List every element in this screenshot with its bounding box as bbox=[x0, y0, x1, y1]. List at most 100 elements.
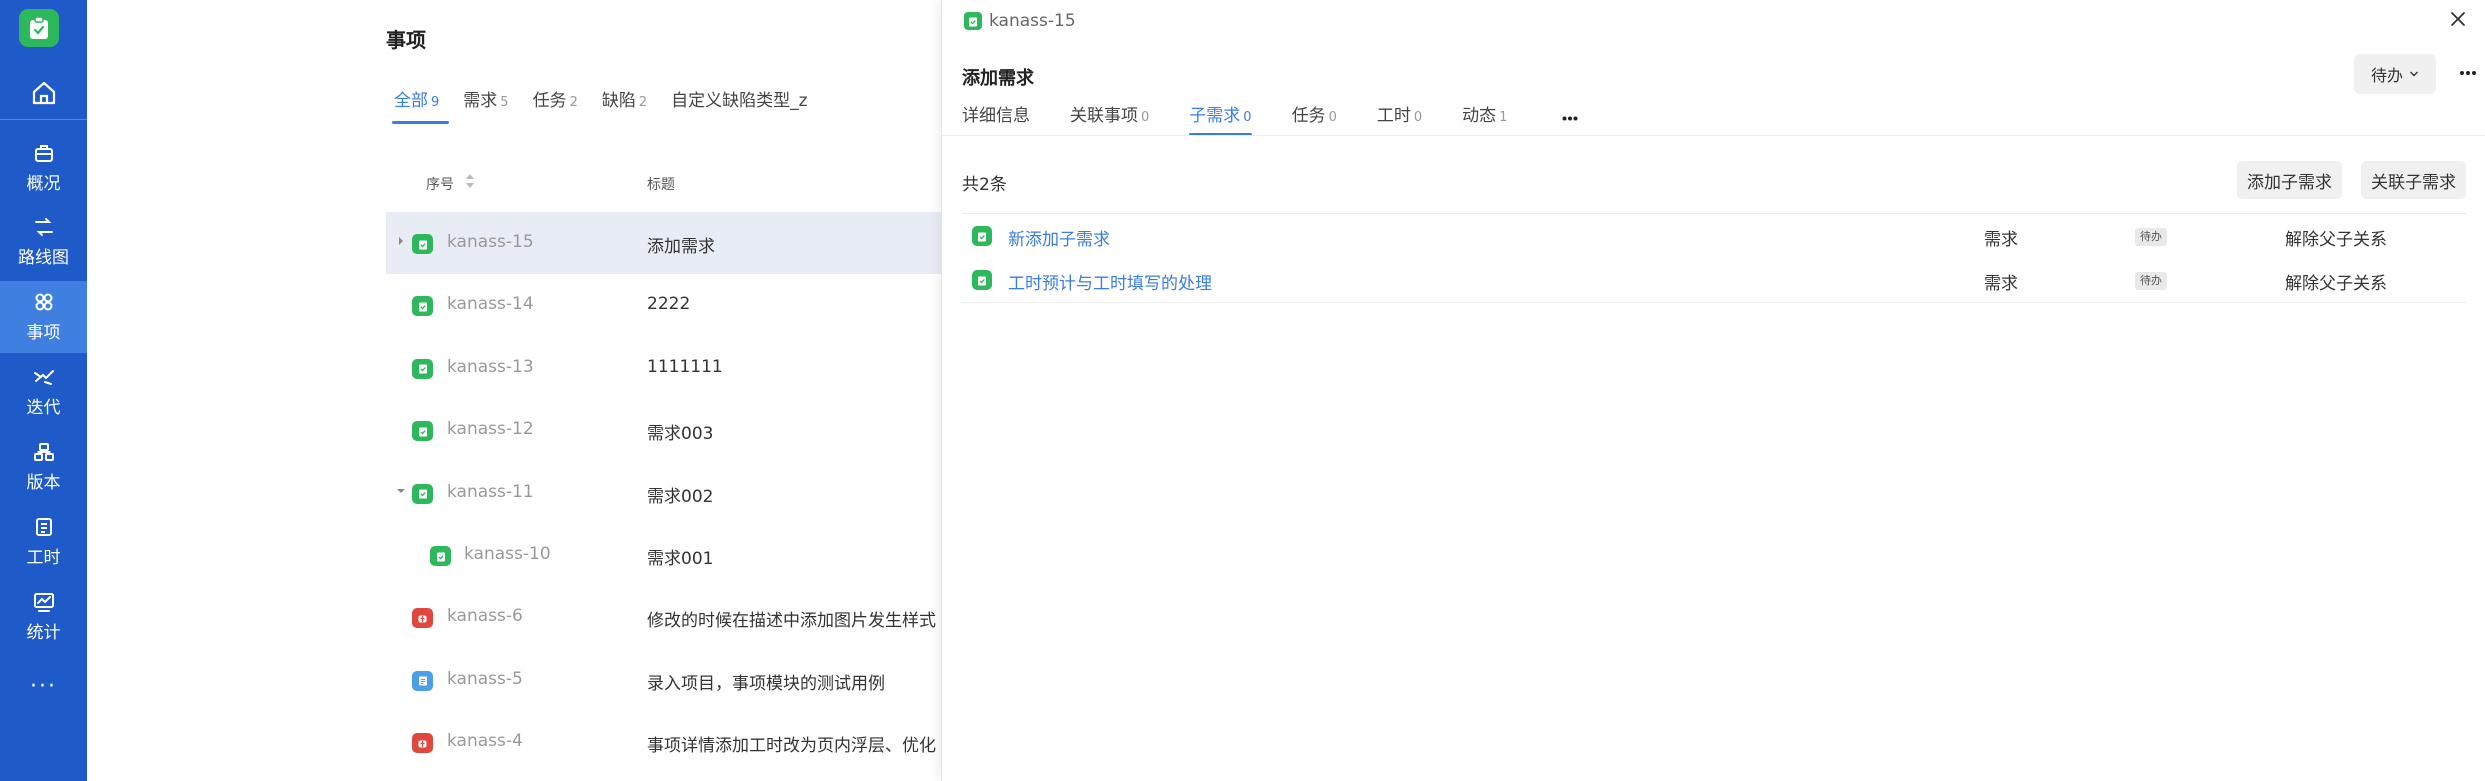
ellipsis-icon bbox=[2460, 71, 2476, 75]
table-row[interactable]: 新添加子需求 需求 待办 解除父子关系 bbox=[962, 214, 2466, 258]
issue-title[interactable]: 需求002 bbox=[647, 482, 941, 507]
table-row[interactable]: kanass-15 添加需求 bbox=[386, 212, 941, 274]
statistics-icon bbox=[33, 592, 54, 612]
table-row[interactable]: 工时预计与工时填写的处理 需求 待办 解除父子关系 bbox=[962, 258, 2466, 302]
table-header: 序号 标题 bbox=[386, 162, 941, 202]
clipboard-check-icon bbox=[30, 16, 48, 39]
sidebar-item-label: 迭代 bbox=[26, 397, 61, 418]
table-row[interactable]: kanass-6 修改的时候在描述中添加图片发生样式 bbox=[386, 586, 941, 648]
route-icon bbox=[34, 217, 53, 236]
sidebar-more-button[interactable]: ··· bbox=[0, 668, 87, 704]
tab-activity[interactable]: 动态 1 bbox=[1462, 104, 1507, 136]
chevron-down-icon[interactable] bbox=[394, 484, 408, 498]
issue-title[interactable]: 事项详情添加工时改为页内浮层、优化 bbox=[647, 731, 941, 756]
bug-type-icon bbox=[412, 733, 433, 754]
issue-code: kanass-13 bbox=[447, 356, 534, 377]
page-title: 事项 bbox=[386, 28, 426, 52]
demand-type-icon bbox=[412, 421, 433, 442]
issue-code: kanass-12 bbox=[447, 419, 534, 440]
add-sub-demand-button[interactable]: 添加子需求 bbox=[2237, 161, 2342, 199]
issue-title[interactable]: 需求003 bbox=[647, 419, 941, 444]
task-type-icon bbox=[412, 670, 433, 691]
ellipsis-icon bbox=[1562, 116, 1578, 120]
app-logo[interactable] bbox=[19, 9, 59, 47]
table-row[interactable]: kanass-10 需求001 bbox=[386, 524, 941, 586]
more-tabs-button[interactable] bbox=[1558, 108, 1582, 128]
unlink-button[interactable]: 解除父子关系 bbox=[2285, 225, 2387, 250]
issue-code: kanass-4 bbox=[447, 731, 523, 752]
home-button[interactable] bbox=[0, 66, 87, 120]
close-icon[interactable] bbox=[2449, 10, 2467, 28]
tab-task[interactable]: 任务 2 bbox=[531, 88, 588, 124]
sub-demand-type: 需求 bbox=[1984, 274, 2018, 294]
status-label: 待办 bbox=[2370, 66, 2403, 85]
sidebar-item-sprint[interactable]: 迭代 bbox=[0, 356, 87, 428]
status-badge: 待办 bbox=[2135, 272, 2167, 290]
tab-tasks[interactable]: 任务 0 bbox=[1292, 104, 1337, 136]
issue-detail-panel: kanass-15 添加需求 待办 详细信息 关联事项 0 子需求 0 任务 0 工时… bbox=[941, 0, 2485, 781]
tab-bug[interactable]: 缺陷 2 bbox=[600, 88, 657, 124]
issue-code: kanass-14 bbox=[447, 294, 534, 315]
table-row[interactable]: kanass-13 1111111 bbox=[386, 337, 941, 399]
tab-custom-bug-type[interactable]: 自定义缺陷类型_z bbox=[669, 88, 817, 124]
issue-title[interactable]: 1111111 bbox=[647, 357, 941, 377]
table-row[interactable]: kanass-5 录入项目，事项模块的测试用例 bbox=[386, 649, 941, 711]
sidebar-item-label: 事项 bbox=[26, 322, 61, 343]
tab-all[interactable]: 全部 9 bbox=[392, 88, 450, 124]
sidebar-item-roadmap[interactable]: 路线图 bbox=[0, 206, 87, 278]
sidebar-item-version[interactable]: 版本 bbox=[0, 431, 87, 503]
issue-title[interactable]: 需求001 bbox=[647, 544, 941, 569]
issue-code: kanass-15 bbox=[989, 11, 1076, 31]
issue-code: kanass-15 bbox=[447, 232, 534, 252]
chevron-right-icon[interactable] bbox=[394, 234, 408, 248]
issue-title[interactable]: 录入项目，事项模块的测试用例 bbox=[647, 669, 941, 694]
tab-linked-issues[interactable]: 关联事项 0 bbox=[1070, 104, 1149, 136]
sidebar-item-label: 统计 bbox=[26, 622, 61, 643]
issue-title[interactable]: 添加需求 bbox=[962, 64, 1034, 90]
sidebar-item-label: 路线图 bbox=[18, 247, 69, 268]
link-sub-demand-button[interactable]: 关联子需求 bbox=[2361, 161, 2466, 199]
sub-demand-link[interactable]: 新添加子需求 bbox=[1008, 225, 1110, 250]
status-badge: 待办 bbox=[2135, 228, 2167, 246]
tab-sub-demands[interactable]: 子需求 0 bbox=[1189, 104, 1252, 136]
sub-demand-link[interactable]: 工时预计与工时填写的处理 bbox=[1008, 269, 1212, 294]
tab-demand[interactable]: 需求 5 bbox=[461, 88, 518, 124]
table-row[interactable]: kanass-14 2222 bbox=[386, 274, 941, 336]
column-header-no[interactable]: 序号 bbox=[426, 174, 454, 194]
issue-code: kanass-6 bbox=[447, 606, 523, 627]
sidebar-item-timesheet[interactable]: 工时 bbox=[0, 506, 87, 578]
issue-code: kanass-11 bbox=[447, 481, 534, 502]
sort-icon[interactable] bbox=[464, 171, 476, 191]
tab-details[interactable]: 详细信息 bbox=[962, 104, 1030, 136]
sidebar-item-statistics[interactable]: 统计 bbox=[0, 581, 87, 653]
sub-demand-type: 需求 bbox=[1984, 230, 2018, 250]
timesheet-icon bbox=[35, 517, 52, 536]
demand-type-icon bbox=[964, 12, 982, 30]
demand-type-icon bbox=[412, 358, 433, 379]
tab-worklog[interactable]: 工时 0 bbox=[1377, 104, 1422, 136]
issue-title[interactable]: 修改的时候在描述中添加图片发生样式 bbox=[647, 606, 941, 631]
more-icon: ··· bbox=[30, 673, 57, 699]
demand-type-icon bbox=[412, 234, 433, 254]
column-header-title: 标题 bbox=[647, 177, 675, 193]
issue-icon bbox=[35, 293, 52, 310]
table-row[interactable]: kanass-4 事项详情添加工时改为页内浮层、优化 bbox=[386, 711, 941, 773]
table-row[interactable]: kanass-12 需求003 bbox=[386, 399, 941, 461]
issue-title[interactable]: 添加需求 bbox=[647, 232, 941, 257]
unlink-button[interactable]: 解除父子关系 bbox=[2285, 269, 2387, 294]
demand-type-icon bbox=[972, 270, 992, 290]
demand-type-icon bbox=[412, 483, 433, 504]
sidebar-item-issues[interactable]: 事项 bbox=[0, 281, 87, 353]
table-row[interactable]: kanass-11 需求002 bbox=[386, 462, 941, 524]
home-icon bbox=[32, 81, 55, 104]
demand-type-icon bbox=[972, 226, 992, 246]
sidebar-item-overview[interactable]: 概况 bbox=[0, 132, 87, 204]
issue-title[interactable]: 2222 bbox=[647, 294, 941, 314]
more-actions-button[interactable] bbox=[2455, 60, 2481, 86]
issue-code: kanass-5 bbox=[447, 668, 523, 689]
bug-type-icon bbox=[412, 608, 433, 629]
divider bbox=[942, 135, 2485, 136]
sidebar: 概况 路线图 事项 迭代 版本 工时 统计 ··· bbox=[0, 0, 87, 781]
detail-tabs: 详细信息 关联事项 0 子需求 0 任务 0 工时 0 动态 1 bbox=[962, 104, 1547, 136]
status-dropdown[interactable]: 待办 bbox=[2354, 54, 2436, 94]
